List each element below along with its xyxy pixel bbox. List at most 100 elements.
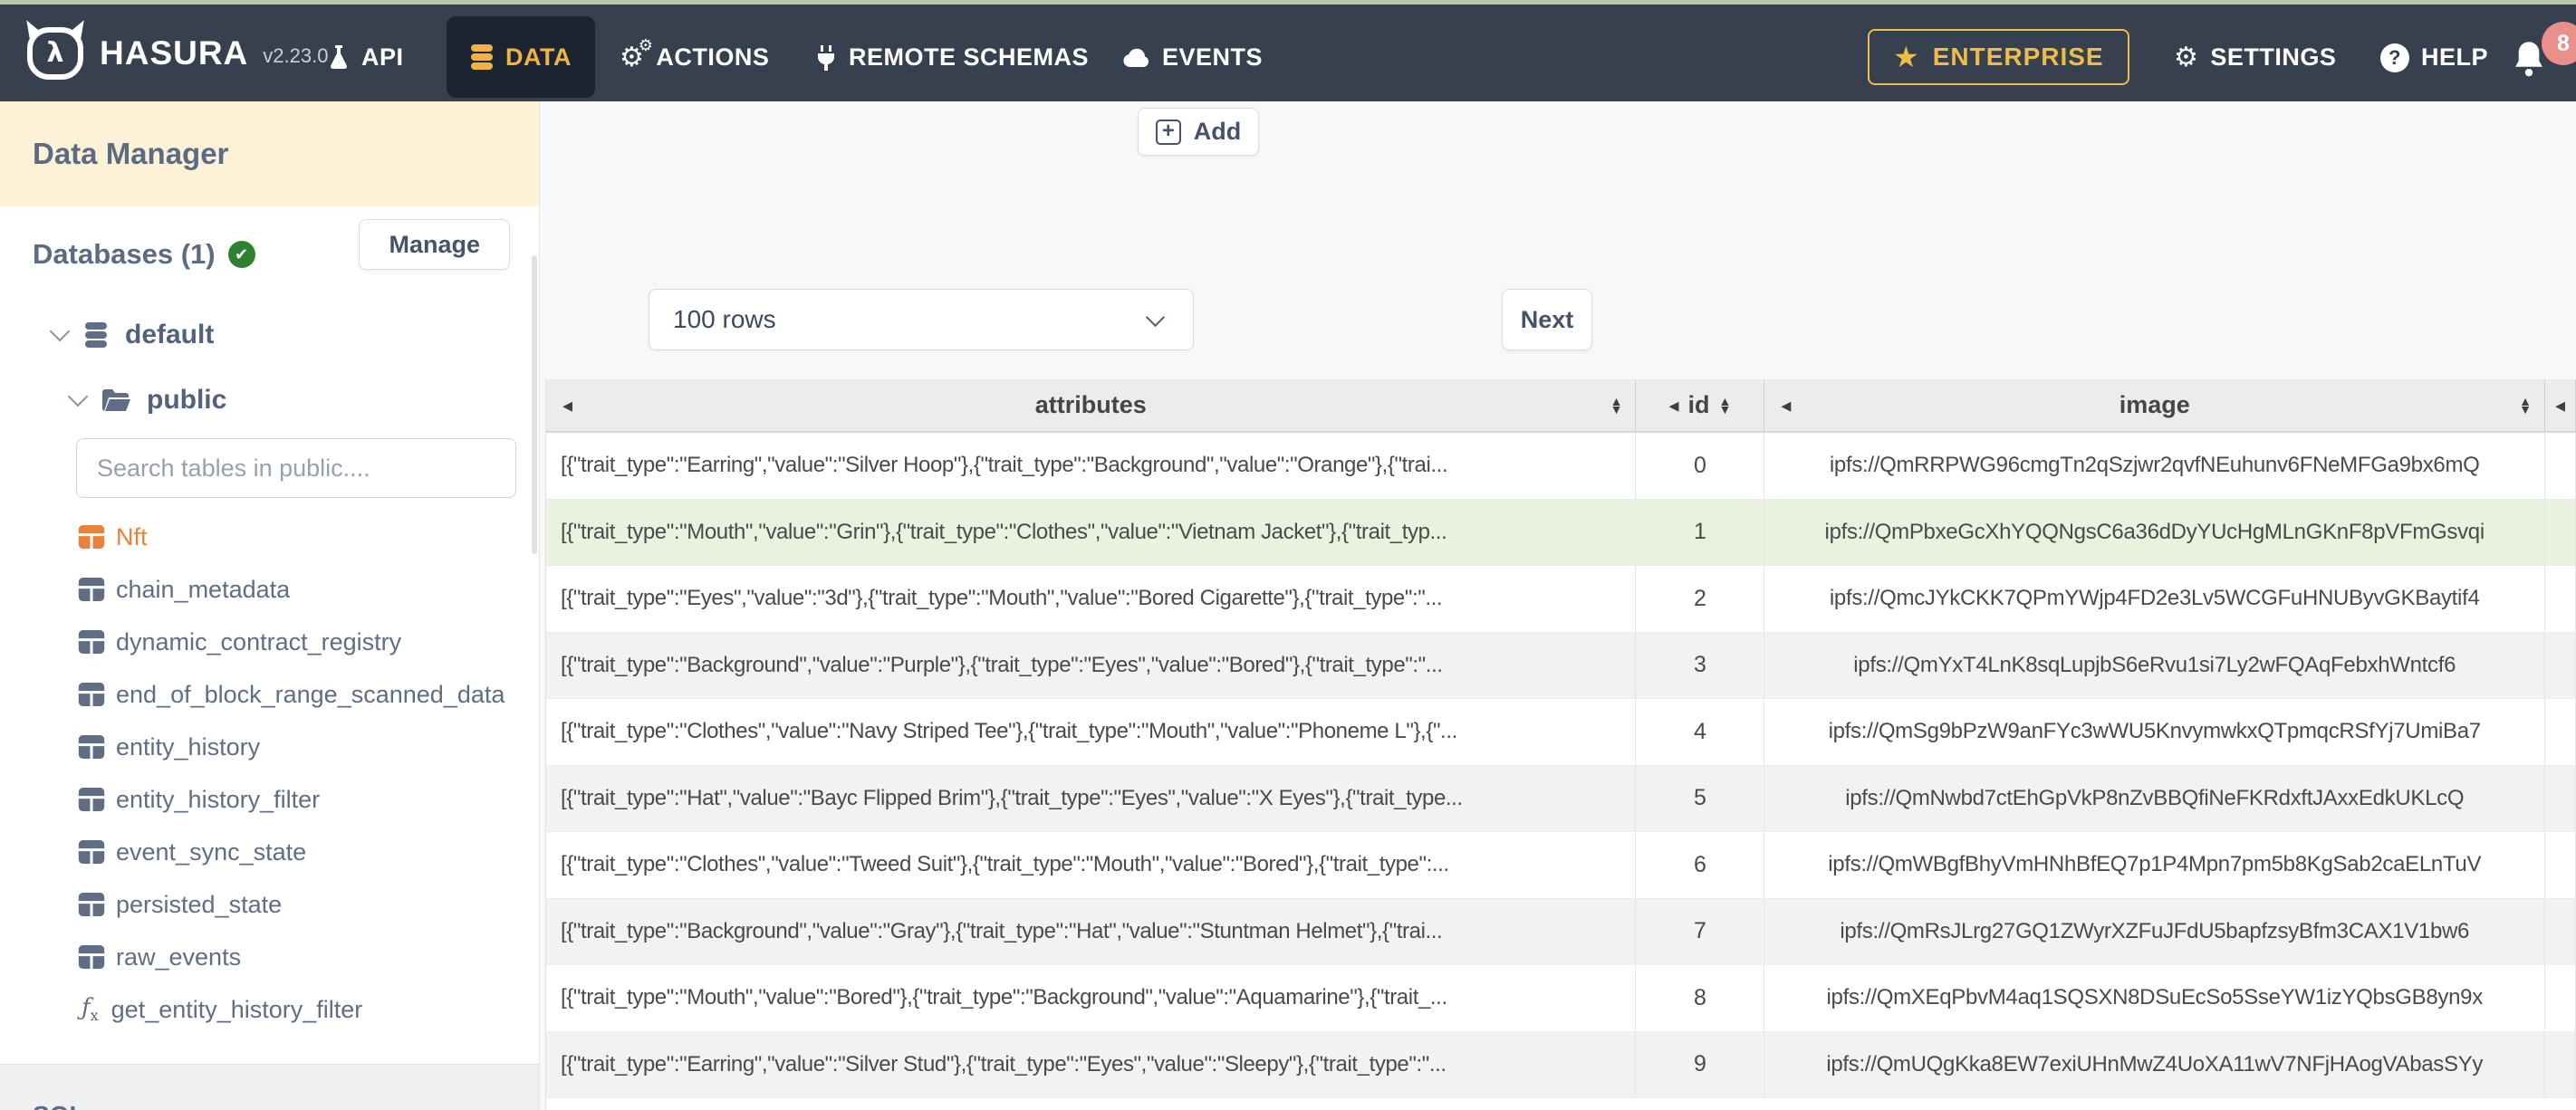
cell-partial (2545, 699, 2576, 765)
databases-label: Databases (1) (33, 238, 216, 270)
column-header-id: ◂ id ▲ ▼ (1636, 379, 1765, 431)
cell-id: 7 (1636, 898, 1765, 964)
column-header-partial: ◂ (2545, 379, 2576, 431)
gears-icon: ⚙ ⚙ (620, 35, 654, 72)
sidebar-table-item[interactable]: Nft (0, 511, 539, 563)
nav-item-actions[interactable]: ⚙ ⚙ ACTIONS (620, 9, 769, 106)
sort-icon[interactable]: ▲ ▼ (1719, 395, 1732, 415)
tree-item-public-schema[interactable]: public (0, 368, 539, 433)
cell-id: 0 (1636, 433, 1765, 499)
cell-partial (2545, 965, 2576, 1031)
move-column-left-icon[interactable]: ◂ (562, 395, 572, 416)
nav-item-settings[interactable]: ⚙ SETTINGS (2174, 9, 2336, 106)
sort-icon[interactable]: ▲ ▼ (2519, 395, 2532, 415)
sidebar-table-item[interactable]: raw_events (0, 931, 539, 983)
nav-item-api[interactable]: API (328, 9, 404, 106)
database-cylinder-icon (85, 322, 107, 348)
table-row: [{"trait_type":"Earring","value":"Silver… (546, 1031, 2576, 1098)
nav-item-events[interactable]: EVENTS (1121, 9, 1263, 106)
cloud-icon (1123, 48, 1149, 67)
nav-item-remote-schemas[interactable]: REMOTE SCHEMAS (815, 9, 1089, 106)
move-column-left-icon[interactable]: ◂ (2555, 395, 2565, 416)
table-header-row: ◂ attributes ▲ ▼ ◂ id ▲ ▼ ◂ image ▲ ▼ ◂ (546, 379, 2576, 433)
cell-image: ipfs://QmYxT4LnK8sqLupjbS6eRvu1si7Ly2wFQ… (1764, 632, 2546, 698)
version-label: v2.23.0 (263, 43, 329, 67)
cell-attributes: [{"trait_type":"Eyes","value":"3d"},{"tr… (546, 566, 1637, 632)
function-icon: ƒx (82, 994, 99, 1025)
plus-square-icon: + (1155, 119, 1181, 145)
sidebar-table-item[interactable]: persisted_state (0, 878, 539, 931)
check-circle-icon: ✔ (227, 241, 255, 268)
table-icon (78, 683, 105, 706)
cell-attributes: [{"trait_type":"Background","value":"Gra… (546, 898, 1637, 964)
flask-icon (331, 44, 347, 69)
chevron-down-icon[interactable] (67, 386, 89, 407)
table-icon (78, 630, 105, 654)
table-icon (78, 735, 105, 759)
cell-attributes: [{"trait_type":"Clothes","value":"Tweed … (546, 832, 1637, 898)
add-row-button[interactable]: + Add (1138, 108, 1259, 156)
nav-item-help[interactable]: ? HELP (2380, 9, 2488, 106)
cell-partial (2545, 566, 2576, 632)
rows-per-page-select[interactable]: 100 rows (649, 289, 1194, 350)
manage-button[interactable]: Manage (359, 219, 510, 270)
next-page-button[interactable]: Next (1502, 289, 1592, 350)
table-row: [{"trait_type":"Clothes","value":"Tweed … (546, 832, 2576, 899)
cell-partial (2545, 433, 2576, 499)
cell-id: 9 (1636, 1031, 1765, 1097)
cell-id: 5 (1636, 765, 1765, 831)
tables-list: Nft chain_metadata dynamic_contract_regi… (0, 511, 539, 983)
hasura-logo[interactable]: λ HASURA v2.23.0 (27, 5, 328, 101)
cell-image: ipfs://QmRsJLrg27GQ1ZWyrXZFuJFdU5bapfzsy… (1764, 898, 2546, 964)
cell-image: ipfs://QmUQgKka8EW7exiUHnMwZ4UoXA11wV7NF… (1764, 1031, 2546, 1097)
partial-next-row (546, 1098, 2576, 1110)
table-row: [{"trait_type":"Background","value":"Pur… (546, 632, 2576, 699)
table-row: [{"trait_type":"Mouth","value":"Bored"},… (546, 965, 2576, 1032)
tree-item-default-database[interactable]: default (0, 302, 539, 368)
cell-attributes: [{"trait_type":"Mouth","value":"Bored"},… (546, 965, 1637, 1031)
cell-id: 1 (1636, 499, 1765, 565)
plug-icon (818, 44, 834, 71)
cell-attributes: [{"trait_type":"Earring","value":"Silver… (546, 1031, 1637, 1097)
sidebar-table-item[interactable]: entity_history_filter (0, 773, 539, 826)
top-navbar: λ HASURA v2.23.0 API DATA ⚙ ⚙ ACTIONS REM… (0, 5, 2576, 101)
enterprise-button[interactable]: ★ ENTERPRISE (1868, 29, 2129, 85)
sidebar-table-item[interactable]: chain_metadata (0, 563, 539, 616)
cell-image: ipfs://QmXEqPbvM4aq1SQSXN8DSuEcSo5SseYW1… (1764, 965, 2546, 1031)
folder-open-icon (102, 389, 130, 411)
nav-item-data[interactable]: DATA (447, 16, 595, 98)
database-icon (471, 44, 493, 70)
data-sidebar: Data Manager Databases (1) ✔ Manage defa… (0, 101, 540, 1110)
sidebar-table-item[interactable]: entity_history (0, 721, 539, 773)
chevron-down-icon[interactable] (49, 321, 71, 342)
cell-image: ipfs://QmPbxeGcXhYQQNgsC6a36dDyYUcHgMLnG… (1764, 499, 2546, 565)
question-icon: ? (2380, 43, 2409, 72)
gear-icon: ⚙ (2174, 42, 2199, 72)
table-row: [{"trait_type":"Hat","value":"Bayc Flipp… (546, 765, 2576, 832)
sidebar-scrollbar[interactable] (532, 255, 537, 554)
cell-image: ipfs://QmcJYkCKK7QPmYWjp4FD2e3Lv5WCGFuHN… (1764, 566, 2546, 632)
table-row: [{"trait_type":"Earring","value":"Silver… (546, 433, 2576, 500)
column-header-image: ◂ image ▲ ▼ (1764, 379, 2546, 431)
sort-icon[interactable]: ▲ ▼ (1610, 395, 1623, 415)
cell-partial (2545, 499, 2576, 565)
sidebar-table-item[interactable]: end_of_block_range_scanned_data (0, 668, 539, 721)
table-body: [{"trait_type":"Earring","value":"Silver… (546, 433, 2576, 1098)
table-row: [{"trait_type":"Background","value":"Gra… (546, 898, 2576, 965)
move-column-left-icon[interactable]: ◂ (1781, 395, 1791, 416)
cell-id: 2 (1636, 566, 1765, 632)
cell-image: ipfs://QmNwbd7ctEhGpVkP8nZvBBQfiNeFKRdxf… (1764, 765, 2546, 831)
cell-id: 3 (1636, 632, 1765, 698)
sidebar-sql-section[interactable]: SQL (0, 1064, 539, 1110)
search-tables-input[interactable] (76, 438, 516, 498)
sidebar-function-item[interactable]: ƒx get_entity_history_filter (0, 983, 539, 1036)
sidebar-table-item[interactable]: dynamic_contract_registry (0, 616, 539, 668)
sidebar-table-item[interactable]: event_sync_state (0, 826, 539, 878)
cell-attributes: [{"trait_type":"Earring","value":"Silver… (546, 433, 1637, 499)
table-row: [{"trait_type":"Clothes","value":"Navy S… (546, 699, 2576, 766)
notifications-button[interactable]: 8 (2511, 9, 2576, 106)
move-column-left-icon[interactable]: ◂ (1668, 395, 1678, 416)
cell-partial (2545, 765, 2576, 831)
hasura-console: λ HASURA v2.23.0 API DATA ⚙ ⚙ ACTIONS REM… (0, 0, 2576, 1110)
table-icon (78, 578, 105, 601)
